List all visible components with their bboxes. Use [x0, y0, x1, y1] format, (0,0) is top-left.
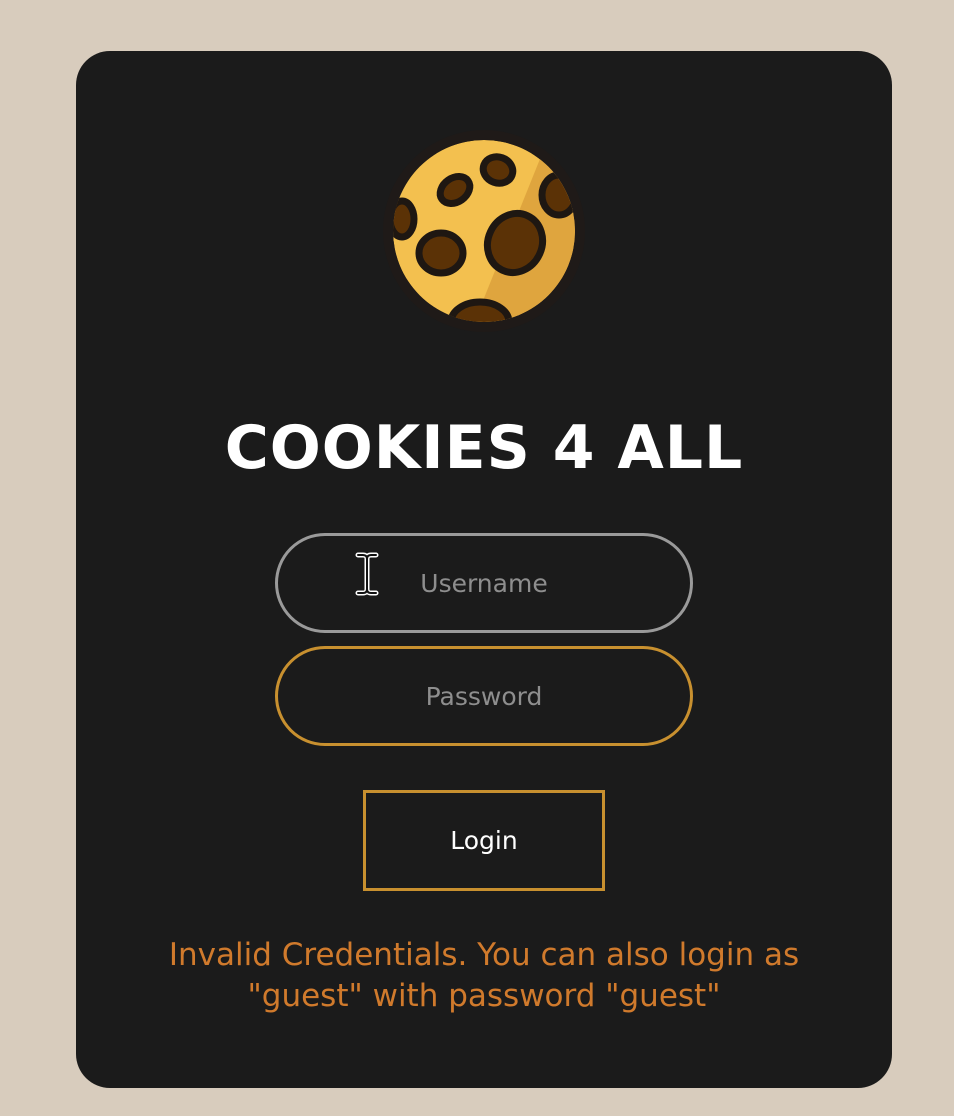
cookie-icon — [382, 129, 586, 333]
login-card: COOKIES 4 ALL Login Invalid Credentials.… — [76, 51, 892, 1088]
app-title: COOKIES 4 ALL — [224, 413, 744, 483]
login-button[interactable]: Login — [363, 790, 605, 891]
error-message: Invalid Credentials. You can also login … — [168, 937, 800, 1014]
password-input[interactable] — [275, 646, 693, 746]
username-input[interactable] — [275, 533, 693, 633]
text-cursor-icon — [355, 552, 379, 596]
